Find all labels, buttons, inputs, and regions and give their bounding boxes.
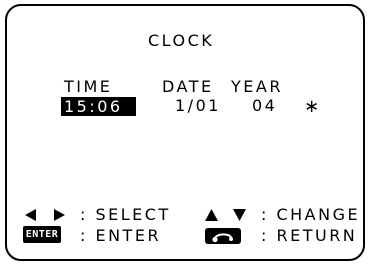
- change-hint: : CHANGE: [261, 205, 361, 224]
- enter-key-icon: ENTER: [23, 226, 61, 243]
- left-arrow-icon: [25, 209, 36, 221]
- year-marker: ∗: [304, 96, 322, 117]
- up-arrow-icon: [205, 209, 218, 221]
- time-header: TIME: [64, 77, 113, 96]
- date-header: DATE: [162, 77, 214, 96]
- right-arrow-icon: [54, 209, 65, 221]
- left-right-arrows-icon: [25, 209, 65, 221]
- return-hint: : RETURN: [261, 226, 358, 245]
- year-header: YEAR: [231, 77, 283, 96]
- time-field[interactable]: 15:06: [61, 97, 136, 116]
- date-field[interactable]: 1/01: [175, 97, 221, 115]
- return-key-icon: [205, 228, 241, 244]
- select-hint: : SELECT: [80, 205, 171, 224]
- screen-title: CLOCK: [148, 31, 215, 50]
- year-field[interactable]: 04: [252, 97, 277, 115]
- up-down-arrows-icon: [205, 209, 246, 221]
- enter-hint: : ENTER: [80, 226, 162, 245]
- down-arrow-icon: [233, 209, 246, 221]
